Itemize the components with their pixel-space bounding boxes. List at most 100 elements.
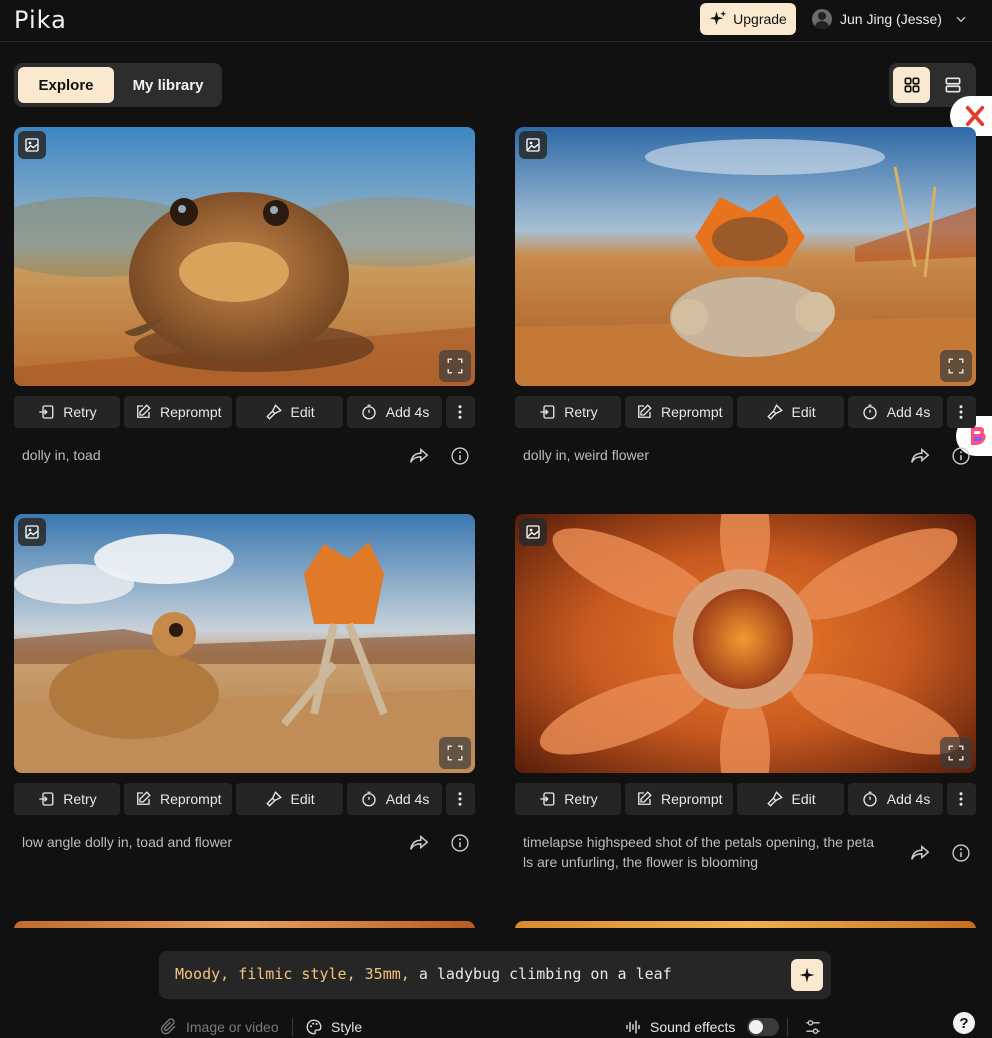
reprompt-icon bbox=[638, 791, 652, 805]
sliders-icon[interactable] bbox=[803, 1017, 823, 1037]
retry-button[interactable]: Retry bbox=[515, 396, 621, 428]
add-4s-label: Add 4s bbox=[886, 791, 931, 807]
user-menu[interactable]: Jun Jing (Jesse) bbox=[812, 8, 968, 30]
share-icon[interactable] bbox=[909, 445, 931, 467]
video-thumbnail[interactable] bbox=[515, 514, 976, 773]
edit-label: Edit bbox=[791, 404, 816, 420]
retry-label: Retry bbox=[63, 404, 97, 420]
brush-icon bbox=[265, 404, 282, 420]
info-icon[interactable] bbox=[951, 843, 971, 863]
retry-button[interactable]: Retry bbox=[515, 783, 621, 815]
image-source-badge bbox=[519, 518, 547, 546]
edit-label: Edit bbox=[290, 791, 315, 807]
fullscreen-button[interactable] bbox=[439, 737, 471, 769]
fullscreen-icon bbox=[447, 745, 463, 761]
edit-label: Edit bbox=[791, 791, 816, 807]
more-vertical-icon bbox=[959, 405, 963, 419]
reprompt-button[interactable]: Reprompt bbox=[123, 396, 232, 428]
toad-and-flower-thumbnail-image bbox=[14, 514, 475, 773]
info-icon[interactable] bbox=[450, 446, 470, 466]
timer-icon bbox=[362, 404, 376, 420]
add-4s-button[interactable]: Add 4s bbox=[848, 783, 943, 815]
edit-button[interactable]: Edit bbox=[736, 396, 845, 428]
info-icon[interactable] bbox=[450, 833, 470, 853]
timer-icon bbox=[863, 791, 877, 807]
video-card: Retry Reprompt Edit Add 4s dolly in, wei… bbox=[515, 127, 976, 465]
edit-button[interactable]: Edit bbox=[235, 783, 344, 815]
app-logo[interactable]: Pika bbox=[14, 6, 67, 34]
x-logo-icon bbox=[965, 105, 985, 127]
help-button[interactable]: ? bbox=[953, 1012, 975, 1034]
more-vertical-icon bbox=[959, 792, 963, 806]
edit-label: Edit bbox=[290, 404, 315, 420]
share-icon[interactable] bbox=[408, 445, 430, 467]
share-icon[interactable] bbox=[408, 832, 430, 854]
style-button[interactable]: Style bbox=[305, 1016, 362, 1038]
audio-waveform-icon bbox=[626, 1020, 640, 1034]
reprompt-label: Reprompt bbox=[661, 791, 723, 807]
add-4s-label: Add 4s bbox=[385, 404, 430, 420]
sound-effects-toggle[interactable] bbox=[747, 1018, 780, 1036]
flower-cactus-thumbnail-image bbox=[515, 127, 976, 386]
grid-icon bbox=[904, 77, 919, 93]
blooming-flower-thumbnail-image bbox=[515, 514, 976, 773]
grid-view-button[interactable] bbox=[893, 67, 930, 103]
info-icon[interactable] bbox=[951, 446, 971, 466]
fullscreen-icon bbox=[447, 358, 463, 374]
tab-my-library[interactable]: My library bbox=[118, 67, 218, 103]
card-actions: Retry Reprompt Edit Add 4s bbox=[14, 783, 475, 815]
video-card: Retry Reprompt Edit Add 4s low angle dol… bbox=[14, 514, 475, 852]
retry-label: Retry bbox=[564, 791, 598, 807]
video-thumbnail[interactable] bbox=[14, 127, 475, 386]
image-icon bbox=[25, 525, 39, 539]
add-4s-label: Add 4s bbox=[385, 791, 430, 807]
more-options-button[interactable] bbox=[445, 783, 475, 815]
attach-media-button[interactable]: Image or video bbox=[160, 1016, 279, 1038]
palette-icon bbox=[306, 1019, 322, 1035]
video-card: Retry Reprompt Edit Add 4s dolly in, toa… bbox=[14, 127, 475, 465]
tab-explore[interactable]: Explore bbox=[18, 67, 114, 103]
share-icon[interactable] bbox=[909, 842, 931, 864]
add-4s-button[interactable]: Add 4s bbox=[347, 396, 442, 428]
add-4s-label: Add 4s bbox=[886, 404, 931, 420]
style-label: Style bbox=[331, 1019, 363, 1035]
fullscreen-button[interactable] bbox=[439, 350, 471, 382]
video-thumbnail[interactable] bbox=[515, 127, 976, 386]
timer-icon bbox=[362, 791, 376, 807]
toolbar-divider bbox=[787, 1018, 788, 1036]
fullscreen-button[interactable] bbox=[940, 350, 972, 382]
brush-icon bbox=[766, 404, 783, 420]
add-4s-button[interactable]: Add 4s bbox=[347, 783, 442, 815]
retry-button[interactable]: Retry bbox=[14, 783, 120, 815]
image-icon bbox=[526, 138, 540, 152]
toolbar-divider bbox=[292, 1018, 293, 1036]
more-options-button[interactable] bbox=[946, 396, 976, 428]
reprompt-button[interactable]: Reprompt bbox=[123, 783, 232, 815]
reprompt-button[interactable]: Reprompt bbox=[624, 396, 733, 428]
reprompt-button[interactable]: Reprompt bbox=[624, 783, 733, 815]
reprompt-icon bbox=[137, 404, 151, 418]
more-options-button[interactable] bbox=[445, 396, 475, 428]
generate-button[interactable] bbox=[791, 959, 823, 991]
more-options-button[interactable] bbox=[946, 783, 976, 815]
add-4s-button[interactable]: Add 4s bbox=[848, 396, 943, 428]
user-name: Jun Jing (Jesse) bbox=[840, 11, 942, 27]
video-thumbnail[interactable] bbox=[14, 514, 475, 773]
reprompt-icon bbox=[137, 791, 151, 805]
prompt-caption: timelapse highspeed shot of the petals o… bbox=[523, 834, 875, 870]
retry-label: Retry bbox=[63, 791, 97, 807]
prompt-text[interactable]: Moody, filmic style, 35mm, a ladybug cli… bbox=[175, 965, 672, 983]
fullscreen-button[interactable] bbox=[940, 737, 972, 769]
edit-button[interactable]: Edit bbox=[235, 396, 344, 428]
reprompt-label: Reprompt bbox=[661, 404, 723, 420]
retry-button[interactable]: Retry bbox=[14, 396, 120, 428]
reprompt-label: Reprompt bbox=[160, 791, 222, 807]
upgrade-button[interactable]: Upgrade bbox=[700, 3, 796, 35]
sound-effects-label: Sound effects bbox=[650, 1019, 736, 1035]
image-icon bbox=[25, 138, 39, 152]
image-source-badge bbox=[18, 518, 46, 546]
prompt-input[interactable]: Moody, filmic style, 35mm, a ladybug cli… bbox=[159, 951, 831, 999]
prompt-subject: a ladybug climbing on a leaf bbox=[409, 965, 672, 983]
tab-bar: Explore My library bbox=[14, 63, 222, 107]
edit-button[interactable]: Edit bbox=[736, 783, 845, 815]
